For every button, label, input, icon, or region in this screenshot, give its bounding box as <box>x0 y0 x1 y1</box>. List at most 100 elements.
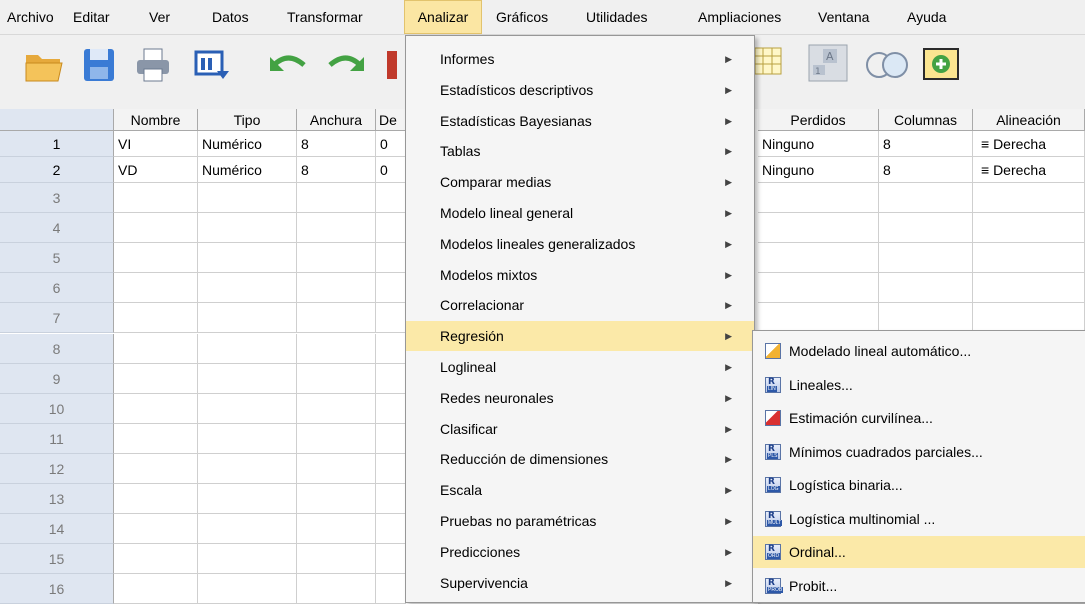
column-header-anchura[interactable]: Anchura <box>297 109 376 131</box>
empty-cell[interactable] <box>879 183 973 213</box>
empty-cell[interactable] <box>879 213 973 244</box>
row-header[interactable]: 9 <box>0 363 114 394</box>
empty-cell[interactable] <box>297 273 376 304</box>
empty-cell[interactable] <box>114 453 198 484</box>
row-header[interactable]: 6 <box>0 273 114 304</box>
regresion-menu-item[interactable]: Modelado lineal automático... <box>753 335 1085 367</box>
empty-cell[interactable] <box>198 213 297 244</box>
empty-cell[interactable] <box>973 183 1085 213</box>
analizar-menu-item[interactable]: Modelos lineales generalizados ▶ <box>406 229 754 259</box>
empty-cell[interactable] <box>758 273 879 304</box>
empty-cell[interactable] <box>376 273 406 304</box>
empty-cell[interactable] <box>198 423 297 454</box>
empty-cell[interactable] <box>114 514 198 545</box>
empty-cell[interactable] <box>198 514 297 545</box>
empty-cell[interactable] <box>198 243 297 274</box>
empty-cell[interactable] <box>198 453 297 484</box>
empty-cell[interactable] <box>114 333 198 364</box>
analizar-menu-item[interactable]: Redes neuronales ▶ <box>406 383 754 413</box>
empty-cell[interactable] <box>758 243 879 274</box>
analizar-menu-item[interactable]: Informes ▶ <box>406 44 754 74</box>
column-header-decimales[interactable]: De <box>376 109 406 131</box>
empty-cell[interactable] <box>376 544 406 575</box>
empty-cell[interactable] <box>879 303 973 334</box>
empty-cell[interactable] <box>297 333 376 364</box>
empty-cell[interactable] <box>114 243 198 274</box>
empty-cell[interactable] <box>198 574 297 604</box>
cell-decimales[interactable]: 0 <box>376 157 406 183</box>
empty-cell[interactable] <box>297 453 376 484</box>
empty-cell[interactable] <box>376 423 406 454</box>
cell-perdidos[interactable]: Ninguno <box>758 157 879 183</box>
menu-ver[interactable]: Ver <box>149 0 170 34</box>
empty-cell[interactable] <box>758 213 879 244</box>
analizar-menu-item[interactable]: Modelo lineal general ▶ <box>406 198 754 228</box>
empty-cell[interactable] <box>376 453 406 484</box>
cell-tipo[interactable]: Numérico <box>198 131 297 157</box>
menu-ayuda[interactable]: Ayuda <box>907 0 946 34</box>
empty-cell[interactable] <box>297 514 376 545</box>
regresion-menu-item[interactable]: Estimación curvilínea... <box>753 402 1085 434</box>
empty-cell[interactable] <box>376 484 406 514</box>
empty-cell[interactable] <box>297 574 376 604</box>
empty-cell[interactable] <box>297 243 376 274</box>
empty-cell[interactable] <box>376 243 406 274</box>
row-header[interactable]: 8 <box>0 333 114 364</box>
empty-cell[interactable] <box>376 213 406 244</box>
empty-cell[interactable] <box>114 183 198 213</box>
empty-cell[interactable] <box>376 363 406 394</box>
empty-cell[interactable] <box>297 213 376 244</box>
row-header[interactable]: 14 <box>0 514 114 545</box>
empty-cell[interactable] <box>376 393 406 424</box>
save-icon[interactable] <box>82 47 116 83</box>
menu-utilidades[interactable]: Utilidades <box>586 0 647 34</box>
column-header-columnas[interactable]: Columnas <box>879 109 973 131</box>
redo-icon[interactable] <box>326 51 366 79</box>
empty-cell[interactable] <box>297 303 376 334</box>
analizar-menu-item[interactable]: Supervivencia ▶ <box>406 568 754 598</box>
empty-cell[interactable] <box>114 574 198 604</box>
row-header[interactable]: 11 <box>0 423 114 454</box>
cell-nombre[interactable]: VD <box>114 157 198 183</box>
cell-alineacion[interactable]: ≡ Derecha <box>973 131 1085 157</box>
split-file-icon[interactable] <box>865 49 913 81</box>
analizar-menu-item[interactable]: Comparar medias ▶ <box>406 167 754 197</box>
regresion-menu-item[interactable]: R PLS Mínimos cuadrados parciales... <box>753 436 1085 468</box>
empty-cell[interactable] <box>879 243 973 274</box>
analizar-menu-item[interactable]: Reducción de dimensiones ▶ <box>406 444 754 474</box>
empty-cell[interactable] <box>114 213 198 244</box>
cell-alineacion[interactable]: ≡ Derecha <box>973 157 1085 183</box>
analizar-menu-item[interactable]: Pruebas no paramétricas ▶ <box>406 506 754 536</box>
row-header[interactable]: 13 <box>0 484 114 514</box>
print-icon[interactable] <box>135 47 171 83</box>
row-header[interactable]: 2 <box>0 157 114 183</box>
menu-analizar[interactable]: Analizar <box>404 0 482 34</box>
analizar-menu-item[interactable]: Predicciones ▶ <box>406 537 754 567</box>
value-labels-icon[interactable] <box>754 47 784 77</box>
add-extension-icon[interactable] <box>922 47 960 81</box>
analizar-menu-item[interactable]: Clasificar ▶ <box>406 414 754 444</box>
row-header[interactable]: 10 <box>0 393 114 424</box>
cell-anchura[interactable]: 8 <box>297 131 376 157</box>
regresion-menu-item[interactable]: R ORD Ordinal... <box>753 536 1085 568</box>
row-header[interactable]: 3 <box>0 183 114 213</box>
empty-cell[interactable] <box>297 423 376 454</box>
cell-columnas[interactable]: 8 <box>879 131 973 157</box>
empty-cell[interactable] <box>297 183 376 213</box>
row-header[interactable]: 7 <box>0 303 114 334</box>
empty-cell[interactable] <box>114 273 198 304</box>
empty-cell[interactable] <box>879 273 973 304</box>
column-header-perdidos[interactable]: Perdidos <box>758 109 879 131</box>
regresion-menu-item[interactable]: R MULT Logística multinomial ... <box>753 503 1085 535</box>
cell-columnas[interactable]: 8 <box>879 157 973 183</box>
regresion-menu-item[interactable]: R PROB Probit... <box>753 570 1085 602</box>
empty-cell[interactable] <box>376 303 406 334</box>
empty-cell[interactable] <box>297 363 376 394</box>
empty-cell[interactable] <box>376 514 406 545</box>
empty-cell[interactable] <box>297 393 376 424</box>
menu-datos[interactable]: Datos <box>212 0 249 34</box>
empty-cell[interactable] <box>297 484 376 514</box>
empty-cell[interactable] <box>198 183 297 213</box>
open-folder-icon[interactable] <box>24 47 64 83</box>
analizar-menu-item[interactable]: Tablas ▶ <box>406 136 754 166</box>
